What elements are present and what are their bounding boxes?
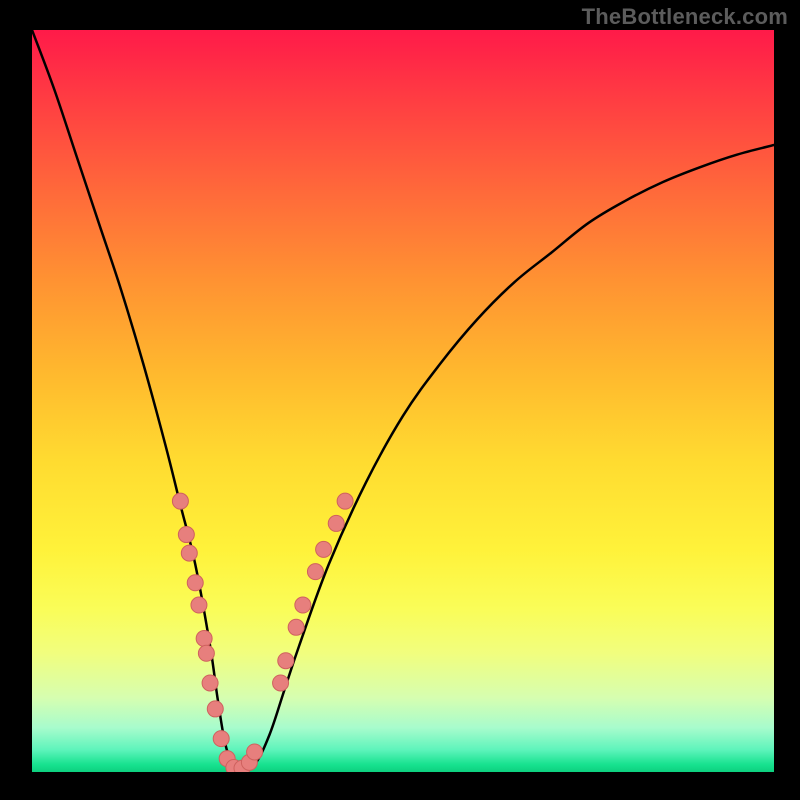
chart-frame: TheBottleneck.com bbox=[0, 0, 800, 800]
data-dot bbox=[207, 701, 223, 717]
data-dot bbox=[307, 564, 323, 580]
data-dot bbox=[196, 630, 212, 646]
plot-area bbox=[32, 30, 774, 772]
data-dot bbox=[213, 731, 229, 747]
data-dot bbox=[273, 675, 289, 691]
data-dot bbox=[295, 597, 311, 613]
data-dot bbox=[178, 527, 194, 543]
data-dot bbox=[316, 541, 332, 557]
data-dot bbox=[337, 493, 353, 509]
watermark-text: TheBottleneck.com bbox=[582, 4, 788, 30]
data-dot bbox=[247, 744, 263, 760]
data-dot bbox=[172, 493, 188, 509]
data-dot bbox=[202, 675, 218, 691]
data-dot bbox=[328, 515, 344, 531]
data-dot bbox=[181, 545, 197, 561]
data-dots-group bbox=[172, 493, 353, 772]
data-dot bbox=[198, 645, 214, 661]
bottleneck-curve bbox=[32, 30, 774, 772]
data-dot bbox=[278, 653, 294, 669]
data-dot bbox=[187, 575, 203, 591]
bottleneck-curve-svg bbox=[32, 30, 774, 772]
data-dot bbox=[191, 597, 207, 613]
data-dot bbox=[288, 619, 304, 635]
